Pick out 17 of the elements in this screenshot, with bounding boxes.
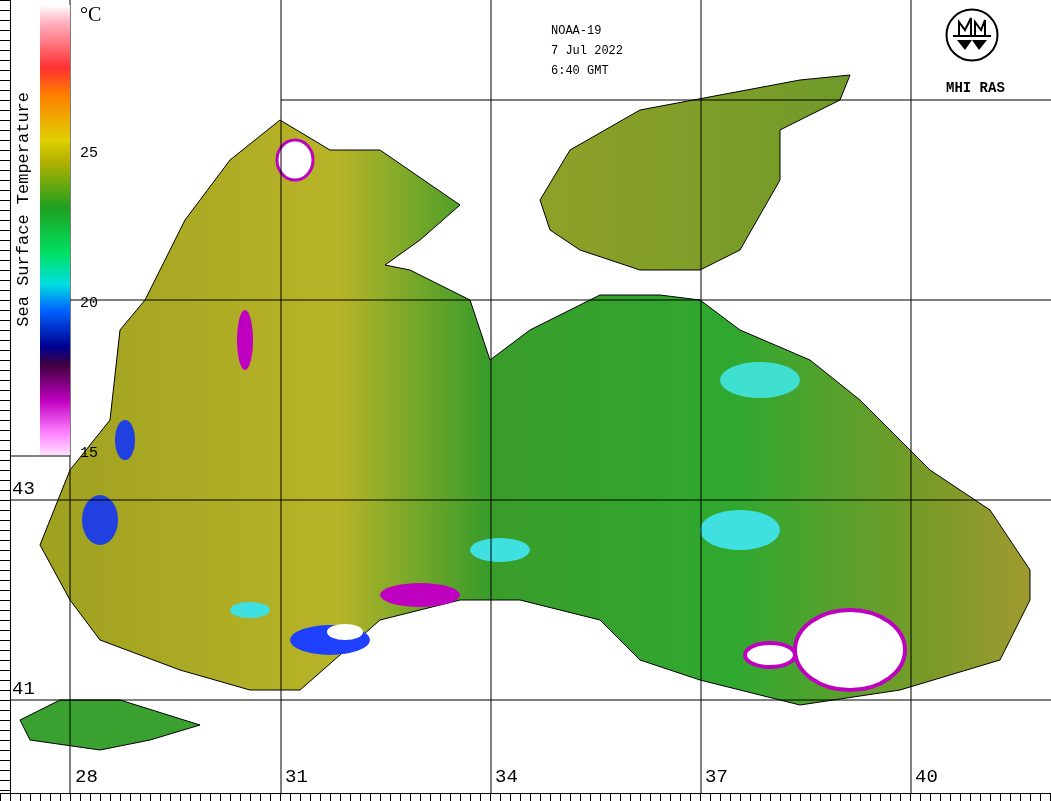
color-scale-title: Sea Surface Temperature xyxy=(15,92,32,327)
unit-label: °C xyxy=(80,4,102,24)
scale-tick-label: 15 xyxy=(80,446,98,461)
institute-logo-icon xyxy=(945,8,999,62)
latitude-label: 41 xyxy=(12,680,35,699)
longitude-label: 37 xyxy=(705,768,728,787)
satellite-label: NOAA-19 xyxy=(551,25,602,37)
scale-tick-label: 25 xyxy=(80,146,98,161)
longitude-label: 34 xyxy=(495,768,518,787)
scale-tick-label: 20 xyxy=(80,296,98,311)
time-label: 6:40 GMT xyxy=(551,65,609,77)
institute-name: MHI RAS xyxy=(946,81,1005,95)
longitude-label: 28 xyxy=(75,768,98,787)
longitude-label: 31 xyxy=(285,768,308,787)
date-label: 7 Jul 2022 xyxy=(551,45,623,57)
latitude-label: 43 xyxy=(12,480,35,499)
longitude-label: 40 xyxy=(915,768,938,787)
